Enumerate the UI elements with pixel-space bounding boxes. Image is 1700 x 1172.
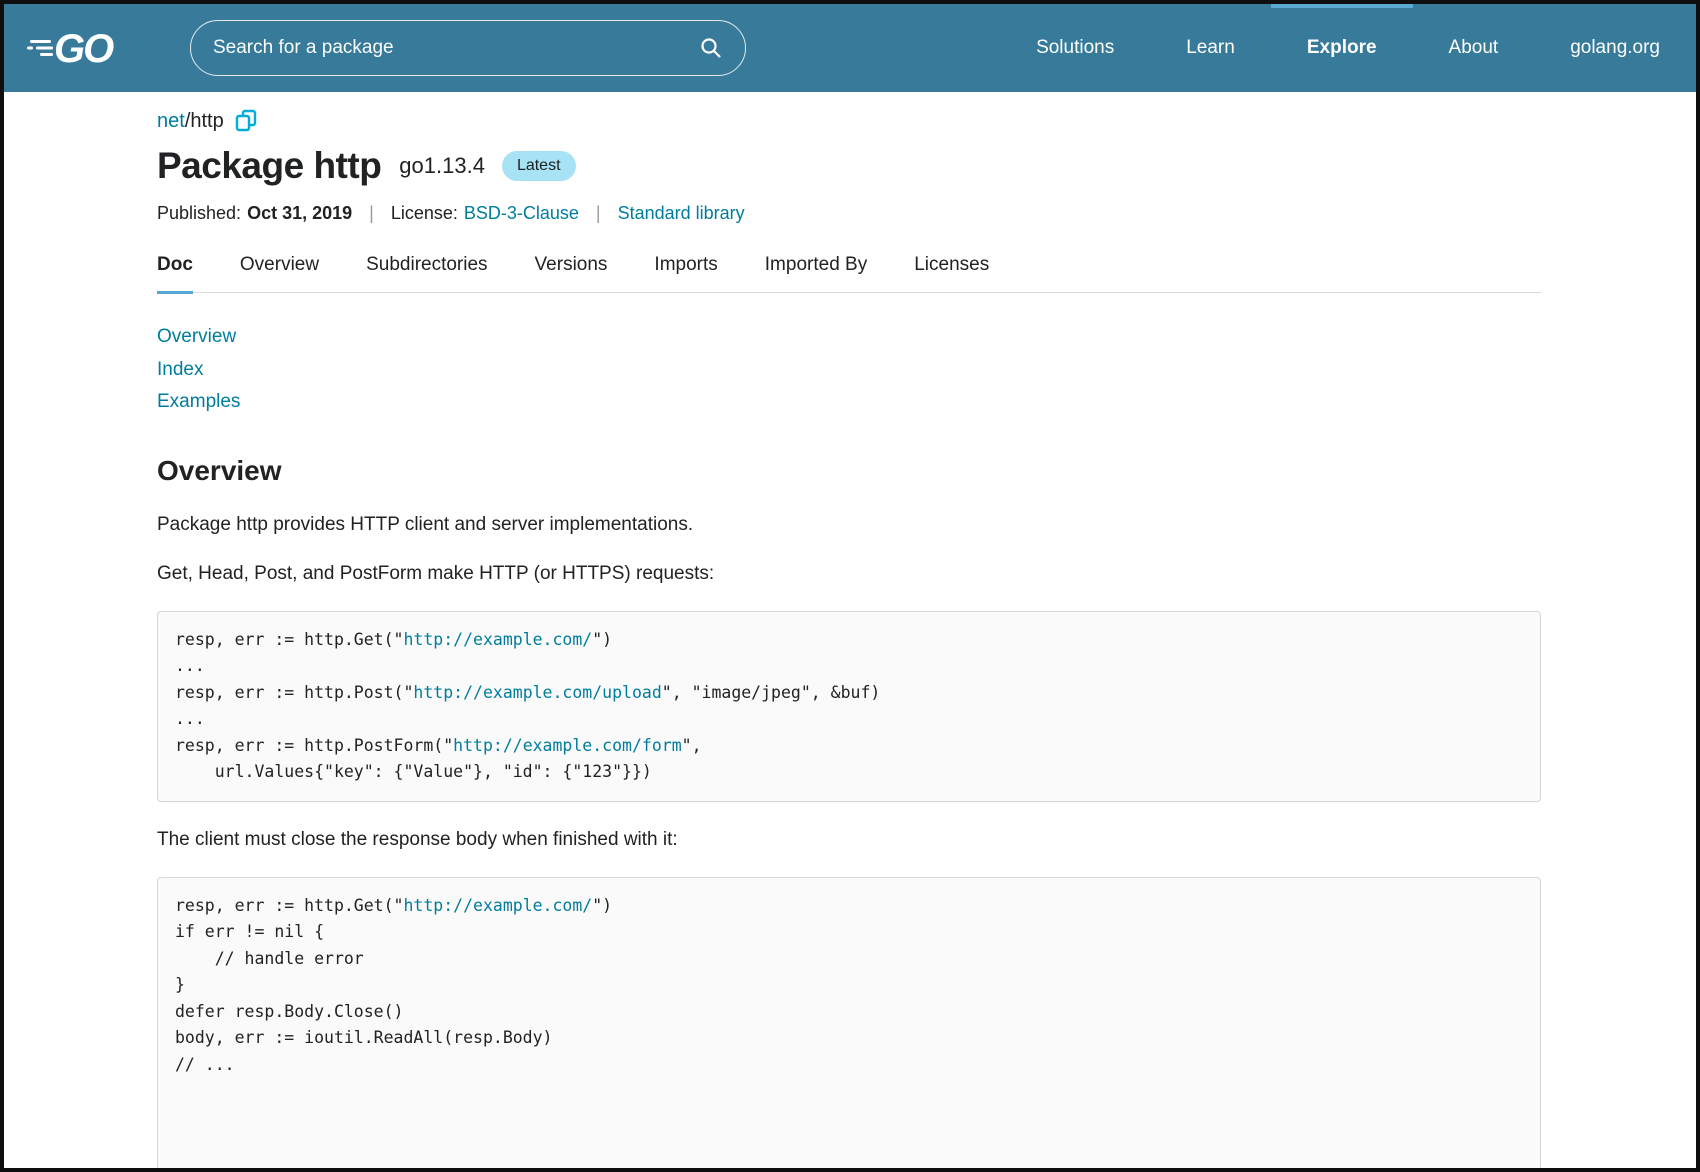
code-text: ", "image/jpeg", &buf) [662,683,881,702]
search-icon[interactable] [699,36,723,60]
code-url-link[interactable]: http://example.com/form [453,736,681,755]
published-label: Published: [157,203,241,224]
tab-licenses[interactable]: Licenses [914,254,989,294]
meta-separator: | [369,203,374,224]
code-url-link[interactable]: http://example.com/ [403,896,592,915]
breadcrumb-current: /http [185,110,224,133]
latest-badge: Latest [502,151,576,181]
nav-item-explore[interactable]: Explore [1271,4,1413,92]
go-logo[interactable]: GO [26,26,138,70]
search-box [190,20,746,76]
breadcrumb-net-link[interactable]: net [157,110,185,133]
go-logo-image: GO [26,26,138,70]
code-text: resp, err := http.PostForm(" [175,736,453,755]
nav-item-solutions[interactable]: Solutions [1000,4,1150,92]
tab-overview[interactable]: Overview [240,254,319,294]
title-row: Package http go1.13.4 Latest [157,145,1541,187]
license-link[interactable]: BSD-3-Clause [464,203,579,224]
code-block-2: resp, err := http.Get("http://example.co… [157,877,1541,1172]
nav-item-golang-org[interactable]: golang.org [1534,4,1670,92]
code-text: defer resp.Body.Close() [175,1002,403,1021]
search-input[interactable] [213,37,687,59]
list-item: Overview [157,321,1541,354]
toc-examples-link[interactable]: Examples [157,391,240,412]
tab-imported-by[interactable]: Imported By [765,254,867,294]
tab-doc[interactable]: Doc [157,254,193,294]
code-text: resp, err := http.Get(" [175,630,403,649]
list-item: Index [157,354,1541,387]
code-text: ") [592,896,612,915]
copy-path-icon[interactable] [235,109,257,133]
code-text: ... [175,709,205,728]
toc-index-link[interactable]: Index [157,359,203,380]
overview-paragraph-3: The client must close the response body … [157,829,1541,851]
doc-outline: Overview Index Examples [157,321,1541,419]
header-nav: Solutions Learn Explore About golang.org [1000,4,1670,92]
code-text: ") [592,630,612,649]
breadcrumb: net/http [157,109,1541,133]
package-meta: Published: Oct 31, 2019 | License: BSD-3… [157,203,1541,224]
code-block-1: resp, err := http.Get("http://example.co… [157,611,1541,802]
code-text: body, err := ioutil.ReadAll(resp.Body) [175,1028,553,1047]
nav-item-about[interactable]: About [1413,4,1535,92]
overview-heading: Overview [157,455,1541,487]
toc-overview-link[interactable]: Overview [157,326,236,347]
code-url-link[interactable]: http://example.com/upload [413,683,661,702]
code-text: } [175,975,185,994]
code-text: // ... [175,1055,235,1074]
tab-bar: Doc Overview Subdirectories Versions Imp… [157,254,1541,293]
page-title: Package http [157,145,381,187]
code-text: resp, err := http.Get(" [175,896,403,915]
license-label: License: [391,203,458,224]
code-url-link[interactable]: http://example.com/ [403,630,592,649]
code-text: // handle error [175,949,364,968]
nav-item-learn[interactable]: Learn [1150,4,1271,92]
main-content: net/http Package http go1.13.4 Latest Pu… [4,92,1696,1172]
tab-imports[interactable]: Imports [654,254,717,294]
go-logo-text: GO [54,27,114,70]
meta-separator: | [596,203,601,224]
published-date: Oct 31, 2019 [247,203,352,224]
overview-paragraph-1: Package http provides HTTP client and se… [157,514,1541,536]
package-version: go1.13.4 [399,153,485,179]
tab-subdirectories[interactable]: Subdirectories [366,254,487,294]
code-text: url.Values{"key": {"Value"}, "id": {"123… [175,762,652,781]
list-item: Examples [157,386,1541,419]
standard-library-link[interactable]: Standard library [618,203,745,224]
code-text: if err != nil { [175,922,324,941]
page-frame: GO Solutions Learn Explore About golang.… [0,0,1700,1172]
code-text: ", [682,736,702,755]
code-text: resp, err := http.Post(" [175,683,413,702]
top-navigation: GO Solutions Learn Explore About golang.… [4,4,1696,92]
tab-versions[interactable]: Versions [535,254,608,294]
overview-paragraph-2: Get, Head, Post, and PostForm make HTTP … [157,563,1541,585]
code-text: ... [175,656,205,675]
